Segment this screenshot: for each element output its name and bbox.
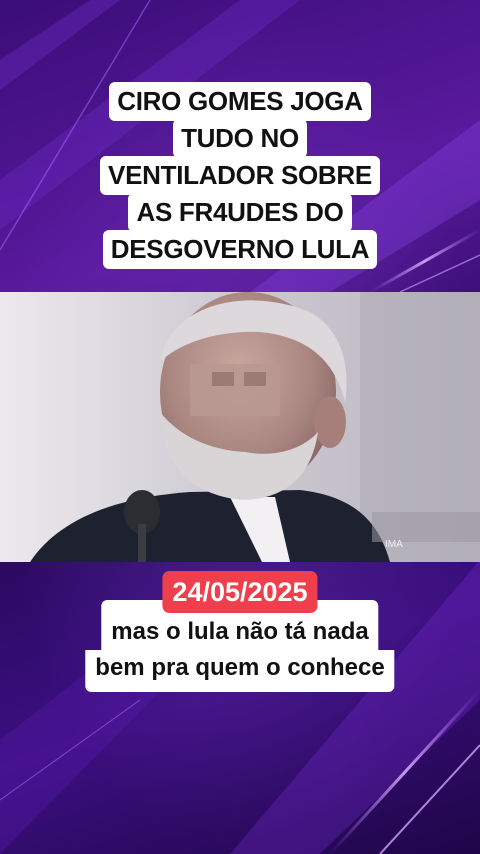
- subtitle-line: bem pra quem o conhece: [85, 650, 395, 692]
- speaker-video-still: IMA: [0, 292, 480, 562]
- video-watermark: IMA: [385, 539, 403, 550]
- headline-line: AS FR4UDES DO: [128, 193, 352, 232]
- headline-line: DESGOVERNO LULA: [102, 230, 378, 269]
- subtitle-caption: mas o lula não tá nada bem pra quem o co…: [85, 600, 395, 692]
- date-badge: 24/05/2025: [162, 571, 318, 613]
- headline-caption: CIRO GOMES JOGA TUDO NO VENTILADOR SOBRE…: [0, 82, 480, 269]
- video-frame[interactable]: IMA: [0, 292, 480, 562]
- headline-line: TUDO NO: [173, 119, 307, 158]
- headline-line: VENTILADOR SOBRE: [100, 156, 380, 195]
- headline-line: CIRO GOMES JOGA: [109, 82, 371, 121]
